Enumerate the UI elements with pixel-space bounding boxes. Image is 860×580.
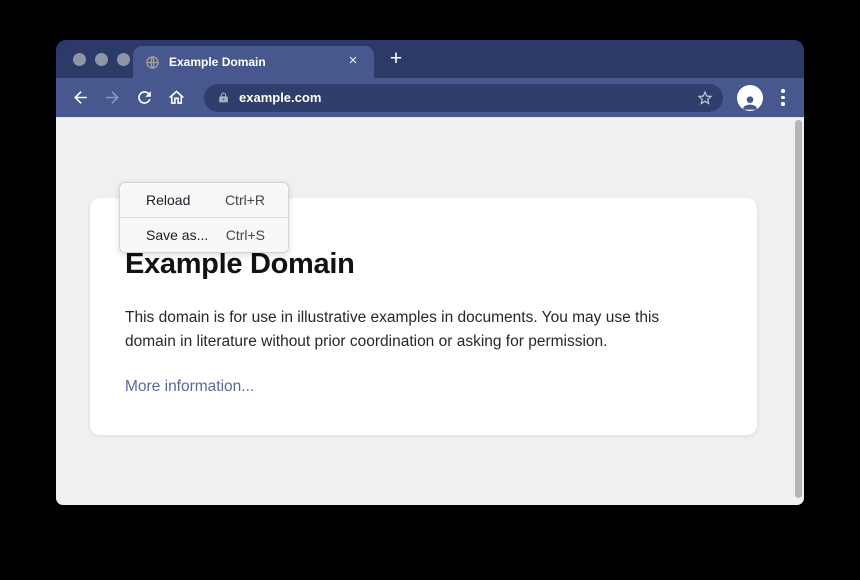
tab-close-icon[interactable]: × [344,53,362,71]
home-icon[interactable] [164,86,188,110]
more-information-link[interactable]: More information... [125,378,254,396]
menu-item-label: Save as... [146,227,208,243]
tab-example-domain[interactable]: Example Domain × [133,46,374,78]
forward-arrow-icon[interactable] [100,86,124,110]
three-dot-menu-icon[interactable] [776,89,790,106]
reload-icon[interactable] [132,86,156,110]
window-close-button[interactable] [73,53,86,66]
context-menu: Reload Ctrl+R Save as... Ctrl+S [119,182,289,253]
lock-icon [217,91,230,104]
browser-toolbar: example.com [56,78,804,117]
new-tab-button[interactable]: + [382,45,410,73]
window-maximize-button[interactable] [117,53,130,66]
browser-window: Example Domain × + example.com [56,40,804,505]
vertical-scrollbar[interactable] [795,120,802,498]
back-arrow-icon[interactable] [68,86,92,110]
menu-item-shortcut: Ctrl+S [226,227,265,243]
context-menu-item-reload[interactable]: Reload Ctrl+R [120,183,288,217]
menu-item-shortcut: Ctrl+R [225,192,265,208]
page-paragraph: This domain is for use in illustrative e… [125,306,713,354]
window-controls [73,53,130,66]
profile-avatar-icon[interactable] [737,85,763,111]
tab-strip: Example Domain × + [56,40,804,78]
bookmark-star-icon[interactable] [696,89,714,107]
context-menu-item-save-as[interactable]: Save as... Ctrl+S [120,218,288,252]
address-bar[interactable]: example.com [204,84,723,112]
page-viewport: Reload Ctrl+R Save as... Ctrl+S Example … [56,117,804,505]
url-text: example.com [239,90,696,105]
globe-favicon-icon [145,55,160,70]
tab-title: Example Domain [169,55,344,69]
window-minimize-button[interactable] [95,53,108,66]
menu-item-label: Reload [146,192,190,208]
